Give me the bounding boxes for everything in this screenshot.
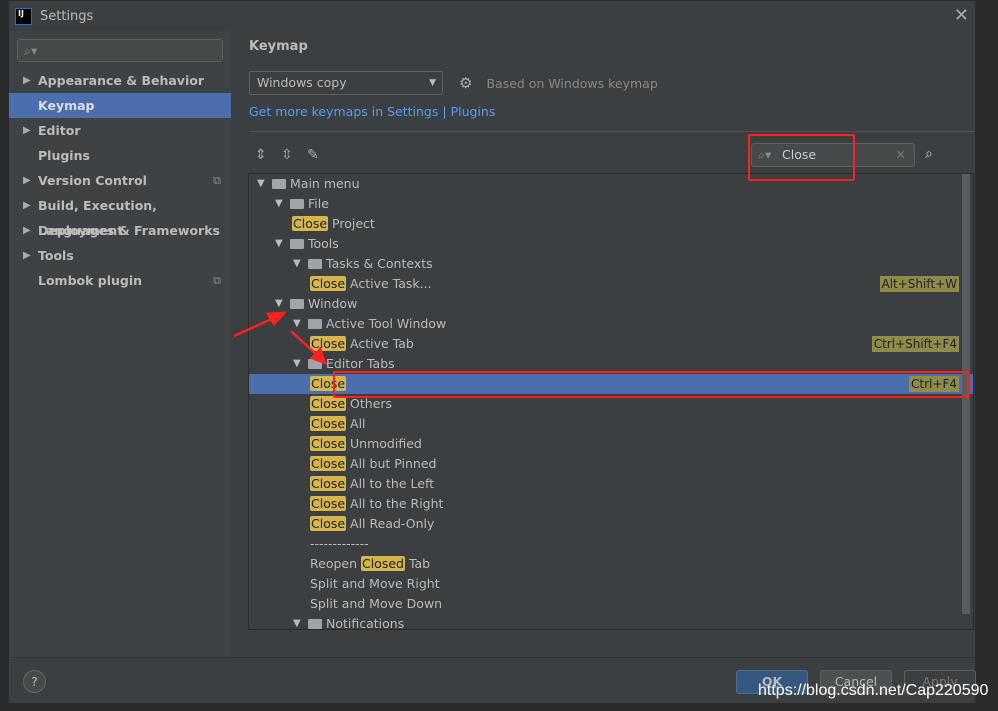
arrow-1 [233,315,277,338]
arrow-2 [290,330,319,357]
annotation-arrows [233,311,328,366]
arrow-1-head [265,311,287,327]
watermark: https://blog.csdn.net/Cap220590 [758,682,989,699]
